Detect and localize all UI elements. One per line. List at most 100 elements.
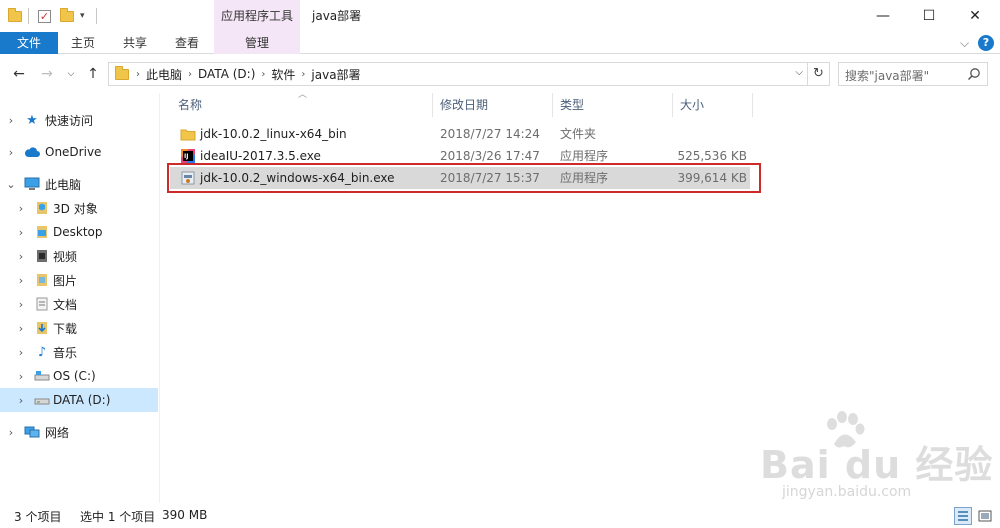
chevron-right-icon[interactable]: › — [16, 226, 26, 239]
star-icon: ★ — [26, 112, 38, 128]
breadcrumb-data-d[interactable]: DATA (D:) — [195, 67, 258, 81]
chevron-right-icon[interactable]: › — [6, 146, 16, 159]
nav-label: OneDrive — [45, 145, 102, 159]
tab-share[interactable]: 共享 — [114, 32, 156, 54]
nav-drive-c[interactable]: › OS (C:) — [0, 364, 158, 388]
large-icons-view-button[interactable] — [976, 507, 994, 525]
file-row-jdk-windows[interactable]: jdk-10.0.2_windows-x64_bin.exe 2018/7/27… — [170, 167, 750, 189]
breadcrumb-separator[interactable]: › — [258, 69, 268, 80]
nav-quick-access[interactable]: › ★ 快速访问 — [0, 108, 158, 132]
close-button[interactable]: ✕ — [952, 0, 998, 32]
chevron-right-icon[interactable]: › — [16, 322, 26, 335]
file-list: ︿ 名称 修改日期 类型 大小 jdk-10.0.2_linux-x64_bin… — [160, 90, 1000, 503]
tab-file[interactable]: 文件 — [0, 32, 58, 54]
nav-label: DATA (D:) — [53, 393, 111, 407]
column-divider[interactable] — [752, 93, 753, 117]
status-item-count: 3 个项目 — [14, 510, 62, 524]
minimize-button[interactable]: — — [860, 0, 906, 32]
window-title: java部署 — [312, 9, 362, 23]
nav-label: 音乐 — [53, 345, 78, 360]
recent-locations-icon[interactable]: ⌵ — [62, 65, 80, 83]
nav-label: 3D 对象 — [53, 201, 98, 216]
chevron-right-icon[interactable]: › — [16, 250, 26, 263]
file-date: 2018/7/27 15:37 — [440, 171, 540, 185]
chevron-down-icon[interactable]: ⌄ — [6, 178, 16, 191]
status-selection-size: 390 MB — [162, 508, 208, 522]
nav-desktop[interactable]: › Desktop — [0, 220, 158, 244]
tab-view[interactable]: 查看 — [166, 32, 208, 54]
chevron-right-icon[interactable]: › — [16, 298, 26, 311]
up-button[interactable]: ↑ — [84, 65, 102, 83]
tab-manage[interactable]: 管理 — [214, 32, 300, 54]
nav-network[interactable]: › 网络 — [0, 420, 158, 444]
back-button[interactable]: ← — [10, 65, 28, 83]
column-header-name[interactable]: 名称 — [170, 93, 432, 117]
file-row-ideaiu[interactable]: IJ ideaIU-2017.3.5.exe 2018/3/26 17:47 应… — [170, 145, 750, 167]
chevron-right-icon[interactable]: › — [16, 370, 26, 383]
chevron-right-icon[interactable]: › — [16, 274, 26, 287]
chevron-right-icon[interactable]: › — [16, 394, 26, 407]
breadcrumb-this-pc[interactable]: 此电脑 — [143, 66, 185, 83]
file-date: 2018/3/26 17:47 — [440, 149, 540, 163]
desktop-icon — [34, 224, 50, 240]
file-row-jdk-linux[interactable]: jdk-10.0.2_linux-x64_bin 2018/7/27 14:24… — [170, 123, 750, 145]
nav-pictures[interactable]: › 图片 — [0, 268, 158, 292]
new-folder-icon[interactable] — [60, 7, 74, 25]
tab-home[interactable]: 主页 — [62, 32, 104, 54]
intellij-idea-icon: IJ — [180, 148, 196, 164]
nav-documents[interactable]: › 文档 — [0, 292, 158, 316]
folder-icon — [180, 126, 196, 142]
navigation-pane: › ★ 快速访问 › OneDrive ⌄ 此电脑 › 3D 对象 › Desk… — [0, 93, 158, 503]
details-view-button[interactable] — [954, 507, 972, 525]
file-size: 399,614 KB — [677, 171, 747, 185]
title-bar: ✓ ▾ 应用程序工具 java部署 — ☐ ✕ — [0, 0, 1000, 32]
nav-drive-d[interactable]: › DATA (D:) — [0, 388, 158, 412]
search-icon[interactable] — [967, 67, 981, 81]
ribbon-expand-icon[interactable]: ⌵ — [960, 35, 969, 51]
address-folder-icon — [115, 66, 129, 81]
3d-objects-icon — [34, 200, 50, 216]
qat-customize-icon[interactable]: ▾ — [80, 7, 85, 25]
nav-label: OS (C:) — [53, 369, 96, 383]
search-input[interactable]: 搜索"java部署" — [838, 62, 988, 86]
drive-c-icon — [34, 368, 50, 384]
nav-label: 下载 — [53, 321, 78, 336]
nav-downloads[interactable]: › 下载 — [0, 316, 158, 340]
breadcrumb-separator[interactable]: › — [133, 69, 143, 80]
svg-text:IJ: IJ — [184, 153, 188, 160]
nav-this-pc[interactable]: ⌄ 此电脑 — [0, 172, 158, 196]
qat-folder-icon[interactable] — [8, 7, 22, 25]
forward-button[interactable]: → — [38, 65, 56, 83]
installer-icon — [180, 170, 196, 186]
properties-icon[interactable]: ✓ — [38, 7, 51, 25]
qat-separator-2 — [96, 7, 97, 25]
chevron-right-icon[interactable]: › — [6, 426, 16, 439]
address-field[interactable]: › 此电脑 › DATA (D:) › 软件 › java部署 ⌵ — [108, 62, 808, 86]
file-name: jdk-10.0.2_linux-x64_bin — [200, 127, 347, 141]
chevron-right-icon[interactable]: › — [6, 114, 16, 127]
maximize-button[interactable]: ☐ — [906, 0, 952, 32]
breadcrumb-separator[interactable]: › — [298, 69, 308, 80]
music-icon: ♪ — [37, 344, 47, 360]
column-header-date[interactable]: 修改日期 — [432, 93, 552, 117]
nav-label: 此电脑 — [45, 177, 82, 192]
breadcrumb-software[interactable]: 软件 — [268, 66, 298, 83]
chevron-right-icon[interactable]: › — [16, 346, 26, 359]
status-bar: 3 个项目 选中 1 个项目 390 MB — [0, 503, 1000, 528]
breadcrumb-separator[interactable]: › — [185, 69, 195, 80]
nav-3d-objects[interactable]: › 3D 对象 — [0, 196, 158, 220]
nav-label: 网络 — [45, 425, 70, 440]
column-header-size[interactable]: 大小 — [672, 93, 752, 117]
column-header-type[interactable]: 类型 — [552, 93, 672, 117]
nav-onedrive[interactable]: › OneDrive — [0, 140, 158, 164]
file-date: 2018/7/27 14:24 — [440, 127, 540, 141]
nav-music[interactable]: › ♪ 音乐 — [0, 340, 158, 364]
breadcrumb-java-deploy[interactable]: java部署 — [308, 66, 363, 83]
help-icon[interactable]: ? — [978, 35, 994, 51]
chevron-right-icon[interactable]: › — [16, 202, 26, 215]
file-type: 文件夹 — [560, 127, 597, 141]
refresh-button[interactable]: ↻ — [808, 62, 830, 86]
nav-videos[interactable]: › 视频 — [0, 244, 158, 268]
video-icon — [34, 248, 50, 264]
address-dropdown-icon[interactable]: ⌵ — [795, 67, 803, 78]
